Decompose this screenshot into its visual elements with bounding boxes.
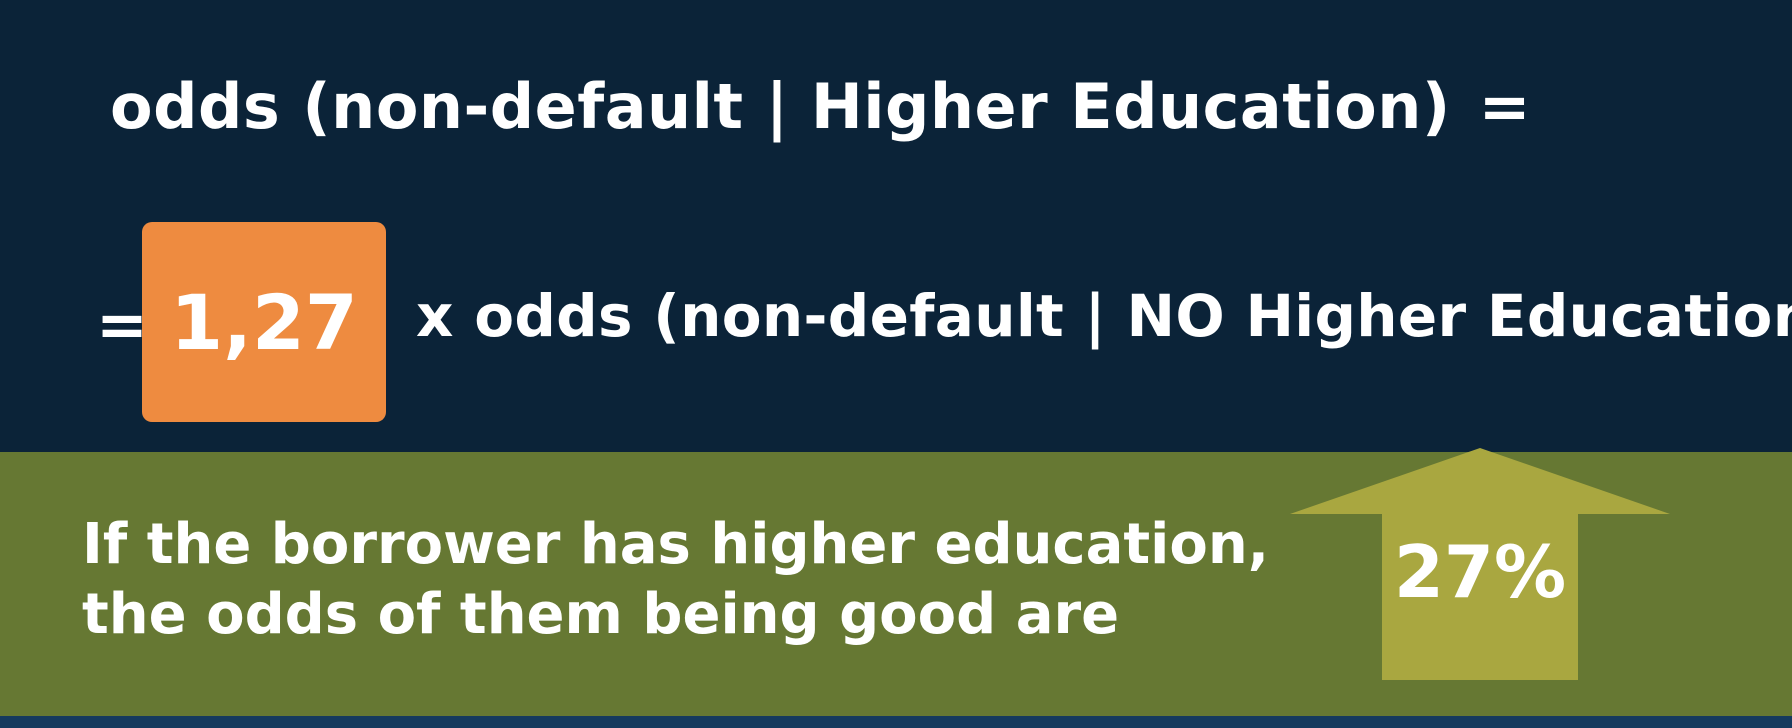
- change-percentage: 27%: [1393, 530, 1567, 614]
- coefficient-value: 1,27: [170, 277, 358, 367]
- equation-line-2-text: x odds (non-default | NO Higher Educatio…: [416, 282, 1792, 350]
- equation-line-1-text: odds (non-default | Higher Education): [110, 70, 1451, 143]
- interpretation-statement: If the borrower has higher education, th…: [82, 510, 1269, 650]
- slide: odds (non-default | Higher Education) = =…: [0, 0, 1792, 728]
- interpretation-line-2: the odds of them being good are: [82, 582, 1120, 647]
- equals-sign: =: [1478, 70, 1532, 143]
- equation-panel: odds (non-default | Higher Education) = =…: [0, 0, 1792, 452]
- interpretation-line-1: If the borrower has higher education,: [82, 512, 1269, 577]
- equation-line-1: odds (non-default | Higher Education) =: [110, 70, 1531, 143]
- equals-sign-left: =: [96, 288, 148, 361]
- bottom-divider: [0, 716, 1792, 728]
- coefficient-box: 1,27: [142, 222, 386, 422]
